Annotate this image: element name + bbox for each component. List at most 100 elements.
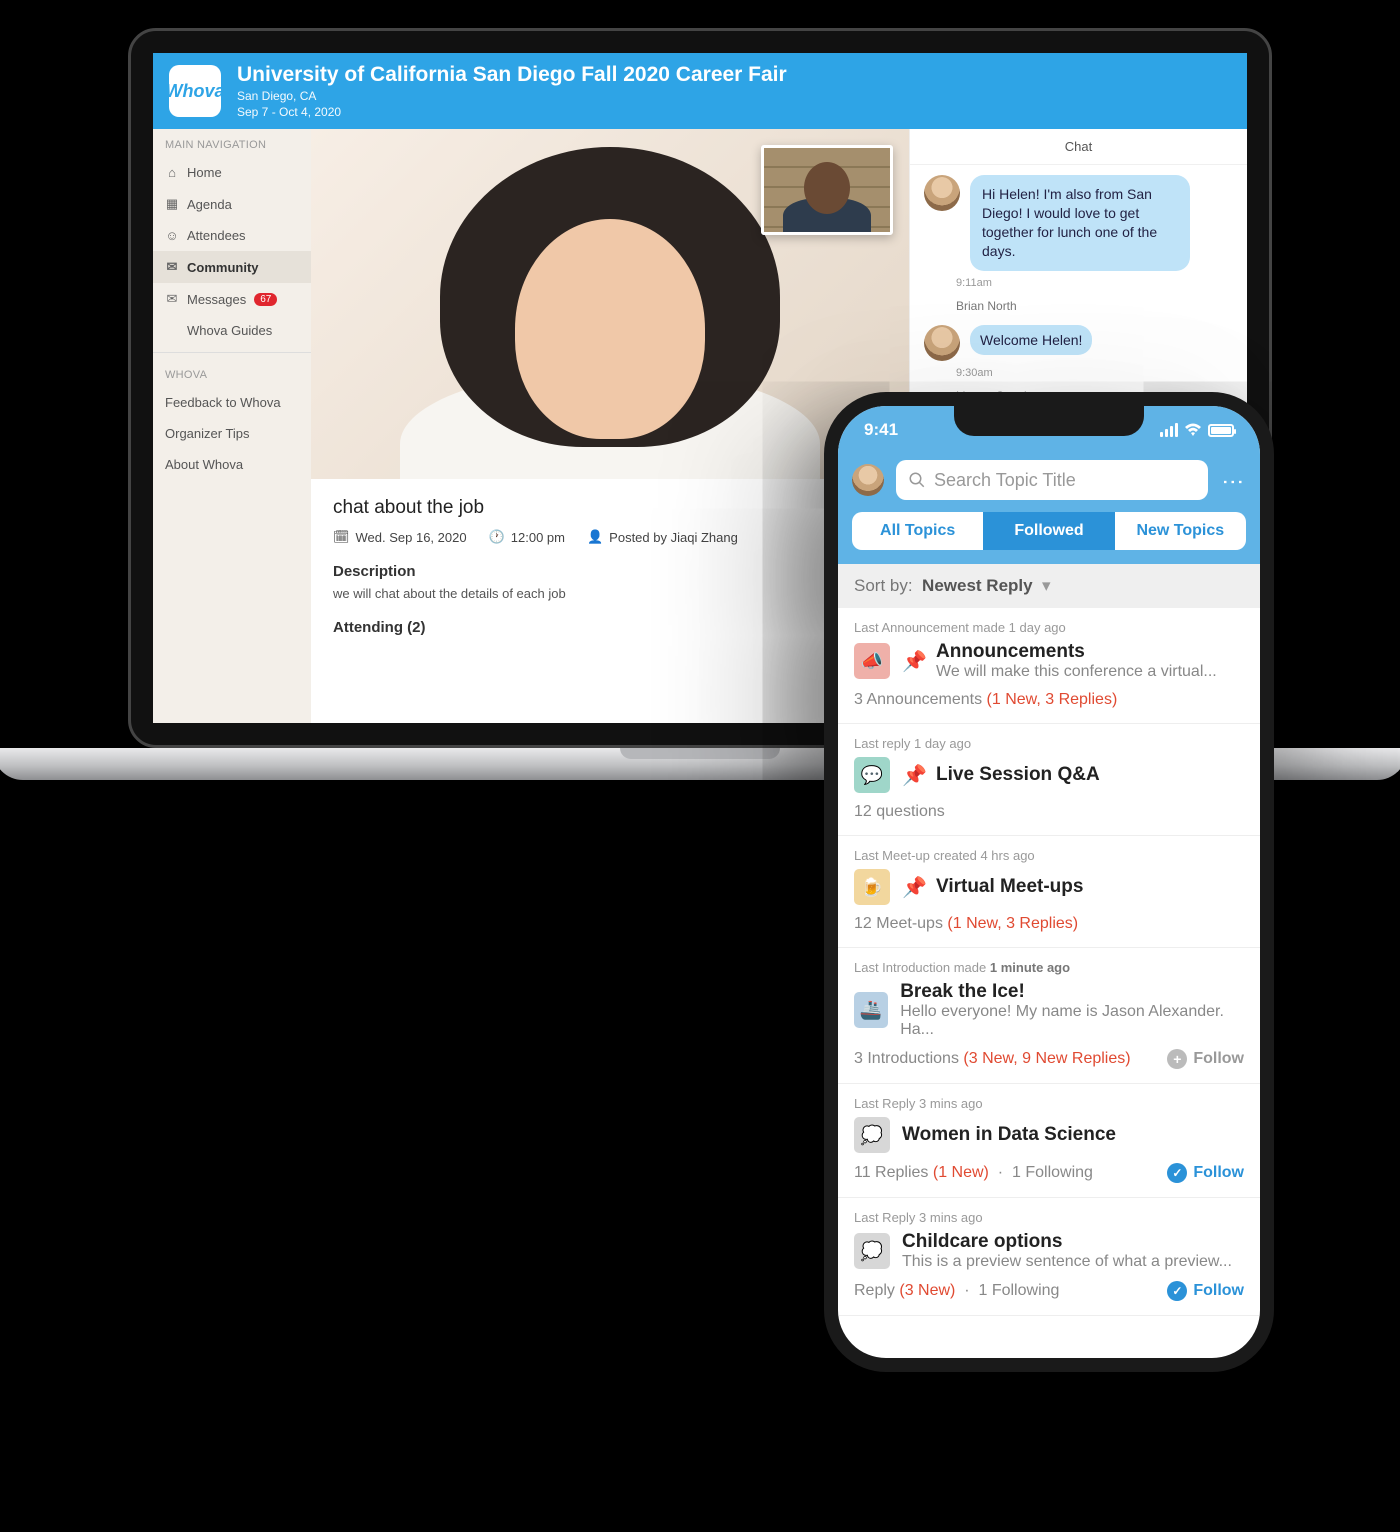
follow-button[interactable]: ✓Follow [1167, 1163, 1244, 1183]
status-time: 9:41 [864, 420, 898, 440]
topic-timestamp: Last Announcement made 1 day ago [854, 620, 1244, 635]
tab-new-topics[interactable]: New Topics [1115, 512, 1246, 550]
nav-label: Whova Guides [187, 323, 272, 338]
nav-item-feedback[interactable]: Feedback to Whova [153, 387, 311, 418]
search-input[interactable]: Search Topic Title [896, 460, 1208, 500]
nav-item-agenda[interactable]: ▦ Agenda [153, 188, 311, 220]
nav-label: About Whova [165, 457, 243, 472]
follow-button[interactable]: +Follow [1167, 1049, 1244, 1069]
nav-label: Agenda [187, 197, 232, 212]
nav-heading-main: MAIN NAVIGATION [153, 129, 311, 157]
topic-stats-new: (1 New, 3 Replies) [987, 691, 1118, 708]
meeting-details: chat about the job 🗓Wed. Sep 16, 2020 🕐1… [311, 479, 909, 654]
topic-women-ds[interactable]: Last Reply 3 mins ago 💭 Women in Data Sc… [838, 1084, 1260, 1198]
check-icon: ✓ [1167, 1281, 1187, 1301]
more-menu-icon[interactable]: ⋮ [1220, 471, 1246, 490]
person-icon: 👤 [587, 529, 603, 545]
topic-stats: 3 Announcements [854, 691, 982, 708]
chat-bubble: Welcome Helen! [970, 325, 1092, 356]
pin-icon: 📌 [902, 649, 924, 674]
topic-stats-new: (3 New) [899, 1282, 955, 1299]
plus-icon: + [1167, 1049, 1187, 1069]
topic-preview: This is a preview sentence of what a pre… [902, 1253, 1232, 1271]
video-call-area[interactable] [311, 129, 909, 479]
calendar-icon: 🗓 [333, 529, 350, 545]
chat-time: 9:30am [956, 367, 1247, 379]
avatar [924, 175, 960, 211]
topic-timestamp: Last Reply 3 mins ago [854, 1210, 1244, 1225]
nav-item-tips[interactable]: Organizer Tips [153, 418, 311, 449]
nav-label: Messages [187, 292, 246, 307]
sort-value: Newest Reply [922, 576, 1033, 595]
meeting-meta: 🗓Wed. Sep 16, 2020 🕐12:00 pm 👤Posted by … [333, 529, 887, 545]
attending-count: Attending (2) [333, 619, 887, 636]
phone-mockup: 9:41 Search Topic Title ⋮ All Topics Fol… [824, 392, 1274, 1372]
whova-logo-text: Whova [166, 81, 225, 102]
topic-stats-new: (3 New, 9 New Replies) [963, 1050, 1130, 1067]
people-icon: ☺ [165, 228, 179, 243]
wifi-icon [1184, 423, 1202, 437]
main-column: chat about the job 🗓Wed. Sep 16, 2020 🕐1… [311, 129, 909, 723]
avatar [924, 325, 960, 361]
nav-label: Community [187, 260, 259, 275]
whova-logo: Whova [169, 65, 221, 117]
nav-item-community[interactable]: ✉Community [153, 251, 311, 283]
discussion-icon: 💭 [854, 1233, 890, 1269]
follow-button[interactable]: ✓Follow [1167, 1281, 1244, 1301]
nav-item-guides[interactable]: Whova Guides [153, 315, 311, 346]
megaphone-icon: 📣 [854, 643, 890, 679]
topic-title: Women in Data Science [902, 1124, 1116, 1146]
app-header: Whova University of California San Diego… [153, 53, 1247, 129]
clock-icon: 🕐 [489, 529, 505, 545]
nav-item-messages[interactable]: ✉Messages67 [153, 283, 311, 315]
topic-live-qa[interactable]: Last reply 1 day ago 💬 📌 Live Session Q&… [838, 724, 1260, 836]
tab-followed[interactable]: Followed [983, 512, 1114, 550]
topic-stats: 3 Introductions [854, 1050, 959, 1067]
topic-stats-new: (1 New) [933, 1164, 989, 1181]
search-row: Search Topic Title ⋮ [838, 454, 1260, 512]
tabs-container: All Topics Followed New Topics [838, 512, 1260, 564]
description-heading: Description [333, 563, 887, 580]
home-icon: ⌂ [165, 165, 179, 180]
nav-label: Organizer Tips [165, 426, 250, 441]
topic-title: Virtual Meet-ups [936, 876, 1083, 898]
calendar-icon: ▦ [165, 196, 179, 212]
discussion-icon: 💭 [854, 1117, 890, 1153]
sort-row[interactable]: Sort by: Newest Reply ▾ [838, 564, 1260, 608]
signal-icon [1160, 423, 1178, 437]
topic-following: 1 Following [1012, 1164, 1093, 1181]
topic-stats-new: (1 New, 3 Replies) [947, 915, 1078, 932]
topic-childcare[interactable]: Last Reply 3 mins ago 💭 Childcare option… [838, 1198, 1260, 1316]
search-icon [908, 471, 926, 489]
chevron-down-icon: ▾ [1037, 576, 1050, 595]
topic-timestamp: Last Meet-up created 4 hrs ago [854, 848, 1244, 863]
nav-label: Home [187, 165, 222, 180]
sort-label: Sort by: [854, 576, 913, 595]
event-info: University of California San Diego Fall … [237, 63, 787, 119]
phone-notch [954, 406, 1144, 436]
event-title: University of California San Diego Fall … [237, 63, 787, 87]
chat-time: 9:11am [956, 277, 1247, 289]
topic-timestamp: Last reply 1 day ago [854, 736, 1244, 751]
pip-self-video[interactable] [761, 145, 893, 235]
tab-all-topics[interactable]: All Topics [852, 512, 983, 550]
chat-bubble-icon: 💬 [854, 757, 890, 793]
meeting-time: 🕐12:00 pm [489, 529, 565, 545]
sidebar: MAIN NAVIGATION ⌂ Home ▦ Agenda ☺ Attendees… [153, 129, 311, 723]
check-icon: ✓ [1167, 1163, 1187, 1183]
topic-preview: We will make this conference a virtual..… [936, 663, 1217, 681]
nav-heading-whova: WHOVA [153, 359, 311, 387]
battery-icon [1208, 424, 1234, 437]
topic-title: Break the Ice! [900, 981, 1244, 1003]
topic-break-ice[interactable]: Last Introduction made 1 minute ago 🚢 Br… [838, 948, 1260, 1084]
search-placeholder: Search Topic Title [934, 470, 1076, 491]
topic-stats: 11 Replies [854, 1164, 928, 1181]
nav-item-attendees[interactable]: ☺ Attendees [153, 220, 311, 251]
nav-item-home[interactable]: ⌂ Home [153, 157, 311, 188]
meeting-title: chat about the job [333, 497, 887, 519]
nav-label: Attendees [187, 228, 246, 243]
user-avatar[interactable] [852, 464, 884, 496]
topic-announcements[interactable]: Last Announcement made 1 day ago 📣 📌 Ann… [838, 608, 1260, 724]
topic-meetups[interactable]: Last Meet-up created 4 hrs ago 🍺 📌 Virtu… [838, 836, 1260, 948]
nav-item-about[interactable]: About Whova [153, 449, 311, 480]
